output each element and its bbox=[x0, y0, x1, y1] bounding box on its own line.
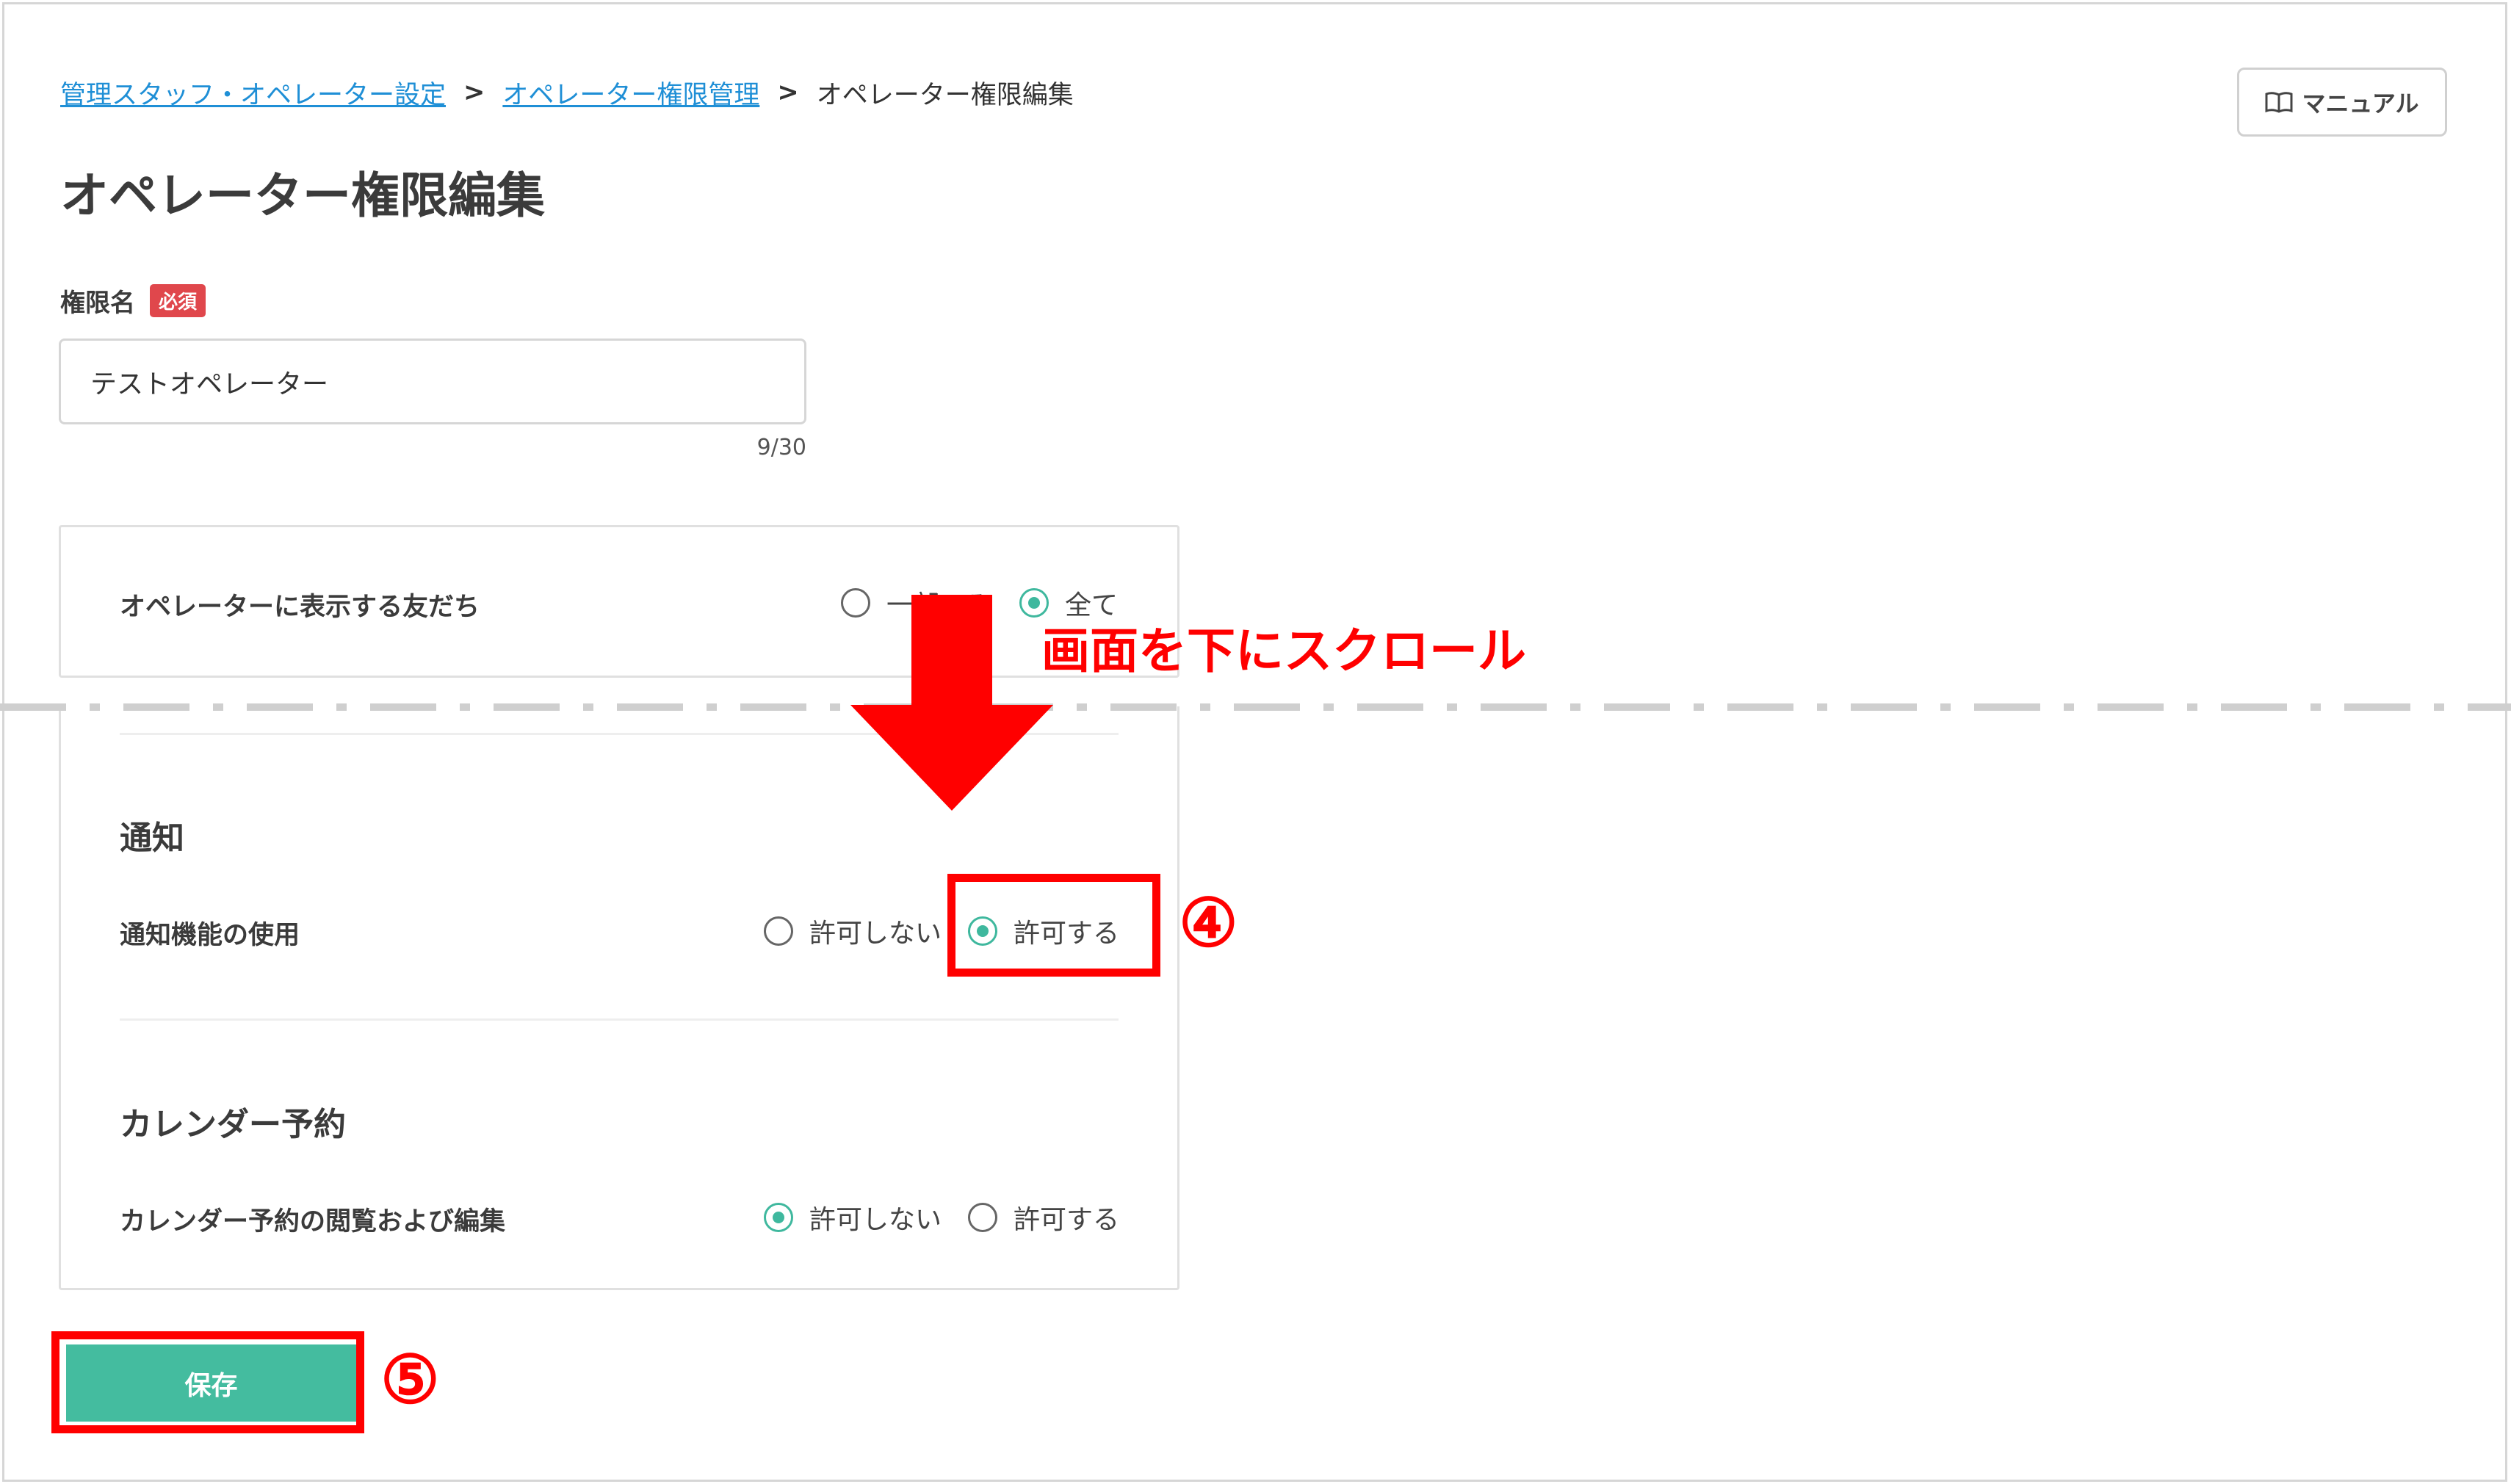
permission-name-label-text: 権限名 bbox=[60, 289, 135, 318]
radio-label: 許可しない bbox=[809, 1205, 942, 1235]
page-title: オペレーター権限編集 bbox=[60, 167, 545, 224]
radio-selected-icon bbox=[764, 1203, 793, 1232]
breadcrumb-separator: > bbox=[463, 78, 485, 107]
required-badge: 必須 bbox=[150, 284, 206, 317]
breadcrumb-link-staff-settings[interactable]: 管理スタッフ・オペレーター設定 bbox=[60, 74, 446, 112]
breadcrumb: 管理スタッフ・オペレーター設定 > オペレーター権限管理 > オペレーター権限編… bbox=[60, 72, 1074, 113]
notification-row-label: 通知機能の使用 bbox=[120, 921, 300, 950]
char-counter: 9/30 bbox=[756, 435, 806, 460]
step4-number: ④ bbox=[1179, 884, 1238, 962]
radio-label: 許可する bbox=[1014, 1205, 1120, 1235]
radio-label: 許可しない bbox=[809, 919, 942, 949]
scroll-divider-line bbox=[0, 703, 2511, 711]
calendar-option-allow[interactable]: 許可する bbox=[968, 1198, 1119, 1237]
calendar-row-label: カレンダー予約の閲覧および編集 bbox=[120, 1207, 506, 1237]
step5-highlight-box bbox=[51, 1331, 364, 1433]
step5-number: ⑤ bbox=[380, 1341, 440, 1419]
radio-unselected-icon bbox=[764, 916, 793, 946]
friends-display-label: オペレーターに表示する友だち bbox=[120, 593, 480, 622]
scroll-down-arrow-icon bbox=[850, 595, 1053, 811]
breadcrumb-separator: > bbox=[777, 78, 799, 107]
manual-button[interactable]: マニュアル bbox=[2237, 68, 2447, 137]
section-divider bbox=[120, 1018, 1119, 1021]
manual-button-label: マニュアル bbox=[2302, 90, 2419, 117]
calendar-section-title: カレンダー予約 bbox=[120, 1106, 346, 1143]
book-icon bbox=[2265, 92, 2293, 113]
step4-highlight-box bbox=[947, 874, 1160, 977]
scroll-instruction-note: 画面を下にスクロール bbox=[1041, 623, 1526, 679]
permission-name-input[interactable] bbox=[59, 339, 806, 424]
breadcrumb-link-permission-management[interactable]: オペレーター権限管理 bbox=[502, 74, 759, 112]
notification-section-title: 通知 bbox=[120, 819, 184, 857]
breadcrumb-current: オペレーター権限編集 bbox=[816, 80, 1074, 110]
permission-name-label: 権限名 必須 bbox=[60, 283, 206, 319]
notification-option-deny[interactable]: 許可しない bbox=[764, 912, 942, 950]
screenshot-stage: 管理スタッフ・オペレーター設定 > オペレーター権限管理 > オペレーター権限編… bbox=[0, 0, 2511, 1484]
calendar-option-deny[interactable]: 許可しない bbox=[764, 1198, 942, 1237]
radio-unselected-icon bbox=[968, 1203, 997, 1232]
